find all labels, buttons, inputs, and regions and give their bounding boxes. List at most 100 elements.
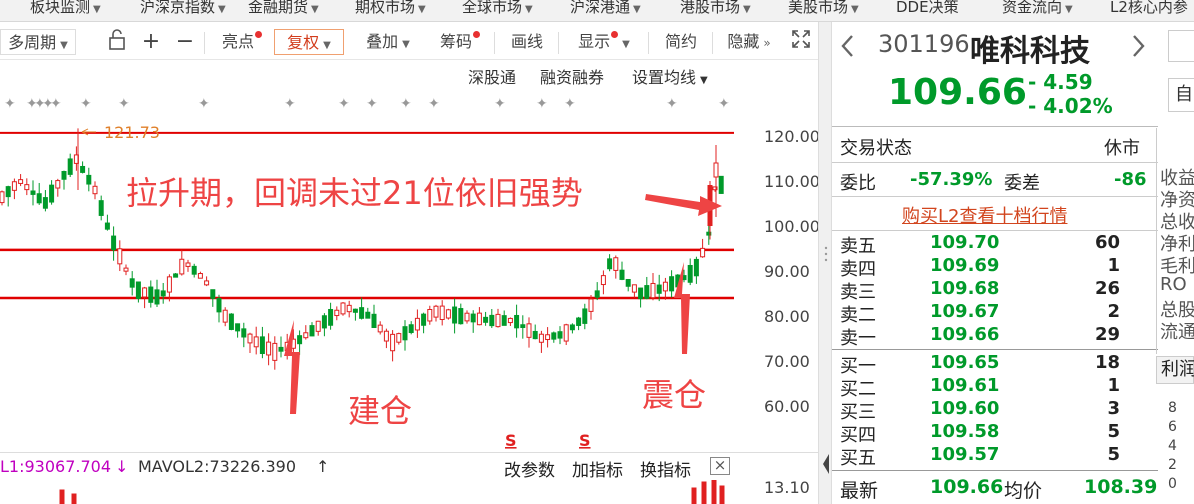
menu-item[interactable]: 美股市场 ▼: [788, 0, 859, 21]
next-stock-icon[interactable]: [1132, 34, 1146, 58]
order-volume: 5: [1107, 421, 1120, 442]
bid-row[interactable]: 买三 109.60 3: [840, 398, 1150, 423]
restore-button[interactable]: 复权 ▼: [274, 29, 344, 55]
candle-body: [644, 285, 650, 299]
menu-item[interactable]: L2核心内参: [1110, 0, 1188, 21]
event-marker-icon: ✦: [198, 96, 210, 112]
candle-body: [713, 162, 719, 178]
add-indicator-button[interactable]: 加指标: [572, 456, 623, 481]
event-marker-icon: ✦: [666, 96, 678, 112]
ma-settings-button[interactable]: 设置均线 ▼: [632, 64, 708, 87]
annotation-main: 拉升期，回调未过21位依旧强势: [126, 174, 583, 212]
profit-axis-tick: 2: [1168, 457, 1177, 473]
chevron-down-icon: ▼: [1065, 4, 1073, 15]
self-select-button[interactable]: 自: [1168, 78, 1194, 112]
menu-item[interactable]: 金融期货 ▼: [248, 0, 319, 21]
candle-body: [650, 282, 656, 299]
menu-item[interactable]: 资金流向 ▼: [1002, 0, 1073, 21]
menu-item[interactable]: 期权市场 ▼: [355, 0, 426, 21]
avg-label: 均价: [1004, 480, 1043, 502]
sgt-link[interactable]: 深股通: [468, 64, 516, 87]
menu-item-label: 金融期货: [248, 0, 309, 16]
lock-icon[interactable]: [104, 29, 130, 55]
fullscreen-icon[interactable]: [788, 29, 814, 55]
annotation-build: 建仓: [348, 392, 412, 430]
candle-body: [160, 290, 166, 297]
collapse-arrow-icon[interactable]: [821, 452, 831, 476]
close-icon[interactable]: ×: [710, 457, 730, 475]
menu-item-label: 期权市场: [355, 0, 416, 16]
candle-body: [414, 317, 420, 331]
candle-body: [600, 275, 606, 286]
panel-splitter[interactable]: [818, 22, 832, 504]
candle-body: [67, 158, 73, 175]
hide-button[interactable]: 隐藏»: [718, 29, 780, 55]
candle-body: [80, 165, 86, 173]
menu-item-label: L2核心内参: [1110, 0, 1188, 16]
candle-body: [104, 222, 110, 230]
price-axis-tick: 80.00: [764, 307, 810, 326]
margin-link[interactable]: 融资融券: [540, 64, 604, 87]
volume-bar: [71, 493, 77, 504]
volume-bar: [59, 489, 65, 504]
candle-body: [464, 312, 470, 322]
event-marker-icon: ✦: [536, 96, 548, 112]
candle-body: [49, 184, 55, 203]
l2-purchase-link[interactable]: 购买L2查看十档行情: [902, 202, 1067, 228]
kline-chart[interactable]: ✦ ✦✦✦✦ ✦ ✦ ✦ ✦ ✦ ✦ ✦ ✦ ✦ ✦ ✦ ✦ ✦121.73拉升期，回调未过21位依旧强势建…: [0, 86, 818, 452]
period-label: 多周期: [8, 33, 57, 52]
ask-row[interactable]: 卖二 109.67 2: [840, 301, 1150, 326]
display-button[interactable]: 显示 ▼: [566, 29, 642, 55]
profit-axis-tick: 4: [1168, 438, 1177, 454]
period-select[interactable]: 多周期 ▼: [0, 29, 76, 55]
menu-item[interactable]: 沪深港通 ▼: [570, 0, 641, 21]
bid-row[interactable]: 买一 109.65 18: [840, 352, 1150, 377]
menu-item[interactable]: 全球市场 ▼: [462, 0, 533, 21]
zoom-out-button[interactable]: −: [172, 29, 198, 55]
candle-body: [514, 314, 520, 329]
chevron-down-icon: ▼: [700, 75, 708, 86]
bid-row[interactable]: 买四 109.58 5: [840, 421, 1150, 446]
zoom-in-button[interactable]: +: [138, 29, 164, 55]
candle-body: [408, 324, 414, 334]
ask-row[interactable]: 卖一 109.66 29: [840, 324, 1150, 349]
candle-body: [30, 190, 36, 195]
candle-body: [86, 174, 92, 185]
ask-row[interactable]: 卖三 109.68 26: [840, 278, 1150, 303]
switch-indicator-button[interactable]: 换指标: [640, 456, 691, 481]
candle-body: [693, 258, 699, 277]
last-label: 最新: [840, 480, 879, 502]
chevron-down-icon: ▼: [60, 40, 68, 51]
chips-button[interactable]: 筹码: [432, 29, 488, 55]
candle-body: [557, 331, 563, 339]
simple-button[interactable]: 简约: [656, 29, 706, 55]
candle-body: [340, 302, 346, 315]
draw-button[interactable]: 画线: [502, 29, 552, 55]
menu-item[interactable]: 板块监测 ▼: [30, 0, 101, 21]
event-marker-icon: ✦: [118, 96, 130, 112]
ask-row[interactable]: 卖四 109.69 1: [840, 255, 1150, 280]
order-price: 109.68: [930, 278, 1000, 299]
ask-row[interactable]: 卖五 109.70 60: [840, 232, 1150, 257]
edit-params-button[interactable]: 改参数: [504, 456, 555, 481]
profit-tab[interactable]: 利润: [1156, 356, 1194, 384]
overlay-label: 叠加: [366, 32, 399, 51]
bid-row[interactable]: 买二 109.61 1: [840, 375, 1150, 400]
weicha-value: -86: [1114, 169, 1147, 190]
overlay-button[interactable]: 叠加 ▼: [352, 29, 424, 55]
candle-body: [142, 287, 148, 298]
order-volume: 2: [1107, 301, 1120, 322]
candle-body: [390, 333, 396, 352]
event-marker-icon: ✦: [564, 96, 576, 112]
menu-item[interactable]: DDE决策: [896, 0, 959, 21]
menu-item[interactable]: 港股市场 ▼: [680, 0, 751, 21]
volume-indicator-bar: L1:93067.704 ↓ MAVOL2:73226.390 ↑ 改参数 加指…: [0, 452, 818, 481]
highlight-button[interactable]: 亮点: [214, 29, 270, 55]
bid-row[interactable]: 买五 109.57 5: [840, 444, 1150, 469]
menu-item[interactable]: 沪深京指数 ▼: [140, 0, 226, 21]
prev-stock-icon[interactable]: [840, 34, 854, 58]
candle-body: [439, 305, 445, 320]
candle-body: [191, 265, 197, 275]
up-arrow-icon: ↑: [316, 457, 330, 476]
trade-status-label: 交易状态: [840, 138, 912, 159]
